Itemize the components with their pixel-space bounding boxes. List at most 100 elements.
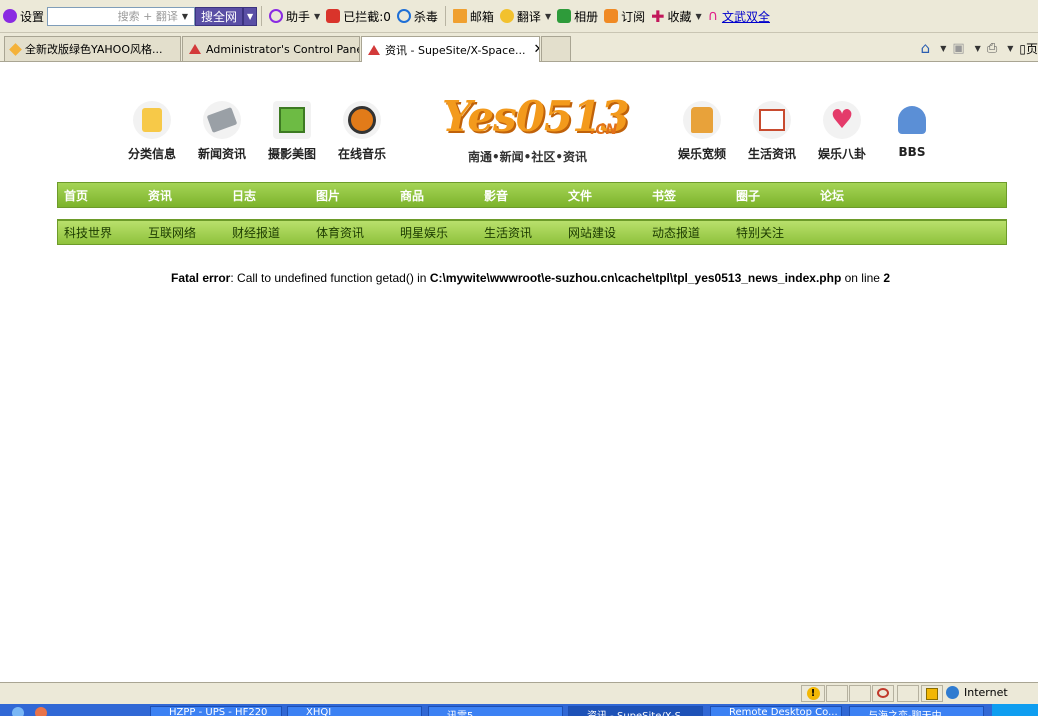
plus-icon: ✚ (651, 6, 665, 26)
zone-label: Internet (964, 686, 1008, 699)
tab-news-active[interactable]: 资讯 - SupeSite/X-Space... ✕ (361, 36, 540, 62)
favicon-icon (368, 44, 380, 55)
menu-item-blog[interactable]: 日志 (226, 187, 310, 204)
blocked-label: 已拦截:0 (343, 9, 391, 24)
status-warning-cell[interactable]: ! (801, 685, 825, 702)
nav-gossip[interactable]: ♥ 娱乐八卦 (802, 101, 882, 162)
nav-label: 娱乐八卦 (817, 147, 866, 161)
submenu-item-celebrity[interactable]: 明星娱乐 (394, 224, 478, 241)
subscribe-button[interactable]: 订阅 (601, 5, 648, 27)
submenu-item-tech[interactable]: 科技世界 (58, 224, 142, 241)
popup-blocker-icon (326, 9, 341, 23)
favorites-label: 收藏 (667, 9, 692, 24)
nav-label: 新闻资讯 (197, 147, 246, 161)
link-button[interactable]: ∩ 文武双全 (705, 5, 773, 27)
taskbar-item[interactable]: Remote Desktop Co... (710, 706, 842, 716)
chevron-down-icon[interactable]: ▼ (940, 44, 946, 53)
tab-bar: 全新改版绿色YAHOO风格... Administrator's Control… (0, 33, 1038, 62)
helper-button[interactable]: 助手 ▼ (266, 5, 323, 27)
nav-entertainment-video[interactable]: 娱乐宽频 (662, 101, 742, 162)
error-label: Fatal error (171, 271, 231, 285)
ie-quicklaunch-icon[interactable] (12, 707, 24, 716)
taskbar-item[interactable]: 与海之恋-聊天中... (849, 706, 984, 716)
subscribe-label: 订阅 (621, 9, 646, 24)
security-zone[interactable]: Internet (946, 686, 1008, 699)
privacy-eye-icon (877, 688, 889, 698)
search-dropdown-button[interactable]: ▼ (243, 6, 258, 26)
error-path: C:\mywite\wwwroot\e-suzhou.cn\cache\tpl\… (429, 271, 842, 285)
chevron-down-icon[interactable]: ▼ (1007, 44, 1013, 53)
submenu-item-internet[interactable]: 互联网络 (142, 224, 226, 241)
search-web-button[interactable]: 搜全网 (195, 6, 244, 26)
submenu-item-featured[interactable]: 特别关注 (730, 224, 814, 241)
tab-yahoo-style[interactable]: 全新改版绿色YAHOO风格... (4, 36, 181, 61)
taskbar-item[interactable]: 讯雷5 (428, 706, 563, 716)
lock-icon (926, 688, 938, 700)
submenu-item-finance[interactable]: 财经报道 (226, 224, 310, 241)
toolbar-link[interactable]: 文武双全 (722, 8, 770, 25)
menu-item-images[interactable]: 图片 (310, 187, 394, 204)
menu-item-home[interactable]: 首页 (58, 187, 142, 204)
windows-taskbar: HZPP - UPS - HF220 XHQI 讯雷5 资讯 - SupeSit… (0, 704, 1038, 716)
mail-icon (452, 9, 467, 23)
antivirus-button[interactable]: 杀毒 (394, 5, 441, 27)
settings-label: 设置 (20, 9, 45, 24)
favorites-button[interactable]: ✚ 收藏 ▼ (648, 5, 705, 27)
antivirus-icon (396, 9, 411, 23)
taskbar-item-active[interactable]: 资讯 - SupeSite/X-S... (568, 706, 703, 716)
menu-item-groups[interactable]: 圈子 (730, 187, 814, 204)
feeds-icon[interactable]: ▣ (952, 41, 964, 56)
tab-label: 全新改版绿色YAHOO风格... (25, 43, 163, 56)
quicklaunch-icon[interactable] (35, 707, 47, 716)
nav-label: BBS (898, 145, 926, 159)
nav-life-info[interactable]: 生活资讯 (732, 101, 812, 162)
privacy-cell[interactable] (872, 685, 894, 702)
menu-item-media[interactable]: 影音 (478, 187, 562, 204)
submenu-item-webdev[interactable]: 网站建设 (562, 224, 646, 241)
nav-photography[interactable]: 摄影美图 (252, 101, 332, 162)
page-label: 页 (1025, 41, 1038, 56)
helper-label: 助手 (286, 9, 311, 24)
nav-news[interactable]: 新闻资讯 (182, 101, 262, 162)
main-menu: 首页 资讯 日志 图片 商品 影音 文件 书签 圈子 论坛 (57, 182, 1007, 208)
tab-control-panel[interactable]: Administrator's Control Panel (182, 36, 360, 61)
menu-item-bookmarks[interactable]: 书签 (646, 187, 730, 204)
newspaper-icon (203, 101, 241, 139)
submenu-item-dynamic[interactable]: 动态报道 (646, 224, 730, 241)
mail-label: 邮箱 (469, 9, 494, 24)
submenu-item-life[interactable]: 生活资讯 (478, 224, 562, 241)
antivirus-label: 杀毒 (413, 9, 438, 24)
security-cell[interactable] (921, 685, 943, 702)
close-tab-icon[interactable]: ✕ (533, 42, 539, 57)
menu-item-products[interactable]: 商品 (394, 187, 478, 204)
mail-button[interactable]: 邮箱 (450, 5, 497, 27)
taskbar-item[interactable]: XHQI (287, 706, 422, 716)
nav-music[interactable]: 在线音乐 (322, 101, 402, 162)
print-icon[interactable]: ⎙ (987, 41, 997, 56)
taskbar-item[interactable]: HZPP - UPS - HF220 (150, 706, 282, 716)
shopping-bag-icon (133, 101, 171, 139)
nav-label: 在线音乐 (337, 147, 386, 161)
menu-item-files[interactable]: 文件 (562, 187, 646, 204)
settings-icon (3, 9, 17, 23)
page-menu[interactable]: ▯页 (1019, 40, 1038, 57)
settings-button[interactable]: 设置 (0, 5, 47, 27)
tab-label: Administrator's Control Panel (206, 42, 360, 56)
separator (444, 6, 446, 26)
chevron-down-icon[interactable]: ▼ (975, 44, 981, 53)
search-input[interactable]: 搜索 + 翻译 ▼ (47, 6, 196, 26)
album-button[interactable]: 相册 (554, 5, 601, 27)
submenu-item-sports[interactable]: 体育资讯 (310, 224, 394, 241)
menu-item-news[interactable]: 资讯 (142, 187, 226, 204)
home-icon[interactable]: ⌂ (921, 39, 931, 57)
nav-bbs[interactable]: BBS (872, 101, 952, 159)
translate-button[interactable]: 翻译 ▼ (497, 5, 554, 27)
menu-item-forum[interactable]: 论坛 (814, 187, 898, 204)
chevron-down-icon: ▼ (181, 11, 189, 21)
nav-classifieds[interactable]: 分类信息 (112, 101, 192, 162)
blocked-popups-button[interactable]: 已拦截:0 (323, 5, 394, 27)
logo-tld: .CN (590, 122, 618, 138)
site-logo[interactable]: Yes0513 .CN 南通•新闻•社区•资讯 (440, 92, 630, 167)
new-tab-button[interactable] (541, 36, 571, 61)
sub-menu: 科技世界 互联网络 财经报道 体育资讯 明星娱乐 生活资讯 网站建设 动态报道 … (57, 219, 1007, 245)
